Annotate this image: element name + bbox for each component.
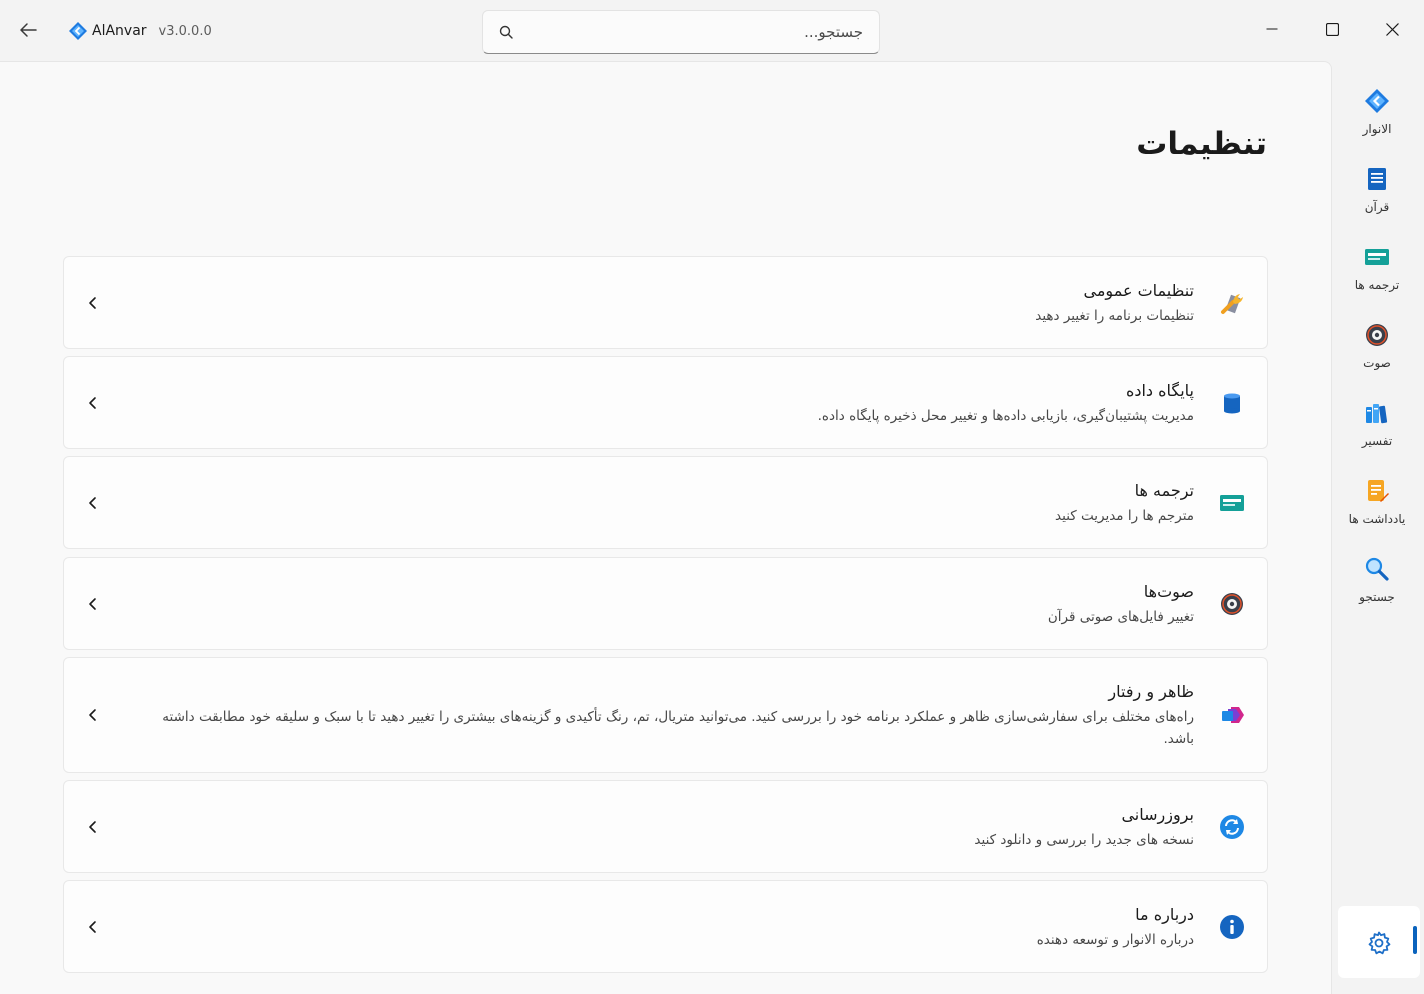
selection-indicator (1413, 926, 1417, 954)
search-input[interactable] (523, 17, 863, 47)
chevron-left-icon (89, 709, 96, 721)
card-description: مدیریت پشتیبان‌گیری، بازیابی داده‌ها و ت… (817, 408, 1194, 424)
title-bar: AlAnvar v3.0.0.0 (0, 0, 1424, 60)
gear-icon (1368, 931, 1391, 955)
card-description: راه‌های مختلف برای سفارشی‌سازی ظاهر و عم… (162, 709, 1194, 747)
page-title: تنظیمات (1136, 126, 1267, 162)
settings-card-about[interactable]: درباره ما درباره الانوار و توسعه دهنده (63, 880, 1268, 973)
info-icon (1220, 914, 1244, 939)
app-identity: AlAnvar v3.0.0.0 (68, 20, 212, 42)
card-title: ظاهر و رفتار (1108, 682, 1194, 701)
chevron-left-icon (89, 820, 96, 833)
chevron-left-icon (89, 396, 96, 409)
nav-item-label: تفسیر (1361, 434, 1393, 448)
settings-card-appearance[interactable]: ظاهر و رفتار راه‌های مختلف برای سفارشی‌س… (63, 657, 1268, 773)
nav-item-settings[interactable] (1338, 906, 1420, 978)
alanvar-logo-icon (1365, 89, 1389, 113)
settings-card-database[interactable]: پایگاه داده مدیریت پشتیبان‌گیری، بازیابی… (63, 356, 1268, 449)
settings-card-audio[interactable]: صوت‌ها تغییر فایل‌های صوتی قرآن (63, 557, 1268, 650)
nav-item-label: صوت (1363, 356, 1391, 370)
settings-card-translations[interactable]: ترجمه ها مترجم ها را مدیریت کنید (63, 456, 1268, 549)
notes-icon (1368, 480, 1389, 502)
content-panel: تنظیمات تنظیمات عمومی تنظیمات برنامه را … (0, 61, 1332, 994)
close-button[interactable] (1372, 10, 1412, 48)
card-description: تغییر فایل‌های صوتی قرآن (1047, 609, 1194, 625)
minimize-button[interactable] (1252, 10, 1292, 48)
card-title: پایگاه داده (1125, 381, 1194, 400)
card-description: مترجم ها را مدیریت کنید (1055, 508, 1194, 524)
nav-item-audio[interactable]: صوت (1334, 314, 1420, 386)
minimize-icon (1266, 28, 1278, 30)
wrench-icon (1221, 293, 1243, 314)
card-description: نسخه های جدید را بررسی و دانلود کنید (974, 832, 1194, 848)
settings-card-general[interactable]: تنظیمات عمومی تنظیمات برنامه را تغییر ده… (63, 256, 1268, 349)
card-description: درباره الانوار و توسعه دهنده (1036, 932, 1194, 948)
translation-icon (1220, 494, 1244, 511)
nav-item-label: قرآن (1364, 200, 1390, 214)
back-button[interactable] (12, 14, 44, 46)
nav-item-alanvar[interactable]: الانوار (1334, 80, 1420, 152)
maximize-button[interactable] (1312, 10, 1352, 48)
app-name: AlAnvar (92, 23, 147, 39)
search-box[interactable] (482, 10, 880, 54)
chevron-left-icon (89, 920, 96, 933)
magnifier-icon (1365, 557, 1389, 581)
nav-item-label: جستجو (1359, 590, 1395, 604)
nav-item-search[interactable]: جستجو (1334, 548, 1420, 620)
card-title: ترجمه ها (1134, 481, 1194, 500)
nav-item-label: الانوار (1362, 122, 1392, 136)
books-icon (1366, 404, 1388, 424)
database-icon (1224, 393, 1240, 413)
speaker-icon (1366, 324, 1388, 346)
nav-item-tafsir[interactable]: تفسیر (1334, 392, 1420, 464)
translation-icon (1365, 249, 1389, 265)
card-title: تنظیمات عمومی (1083, 281, 1194, 300)
app-logo-icon (69, 22, 87, 40)
nav-item-notes[interactable]: یادداشت ها (1334, 470, 1420, 542)
back-arrow-icon (20, 23, 37, 37)
close-icon (1385, 22, 1399, 36)
card-title: صوت‌ها (1143, 582, 1194, 601)
card-title: درباره ما (1135, 905, 1194, 924)
quran-icon (1368, 168, 1386, 190)
settings-card-updates[interactable]: بروزرسانی نسخه های جدید را بررسی و دانلو… (63, 780, 1268, 873)
chevron-left-icon (89, 296, 96, 309)
app-version: v3.0.0.0 (158, 23, 212, 39)
chevron-left-icon (89, 496, 96, 509)
card-title: بروزرسانی (1121, 805, 1194, 824)
maximize-icon (1325, 22, 1339, 36)
speaker-icon (1221, 592, 1243, 615)
nav-item-translations[interactable]: ترجمه ها (1334, 236, 1420, 308)
nav-item-label: یادداشت ها (1348, 512, 1406, 526)
nav-item-quran[interactable]: قرآن (1334, 158, 1420, 230)
nav-item-label: ترجمه ها (1354, 278, 1400, 292)
refresh-icon (1220, 814, 1244, 839)
chevron-left-icon (89, 597, 96, 610)
appearance-icon (1222, 707, 1244, 723)
search-icon (499, 25, 513, 39)
card-description: تنظیمات برنامه را تغییر دهید (1035, 308, 1194, 324)
